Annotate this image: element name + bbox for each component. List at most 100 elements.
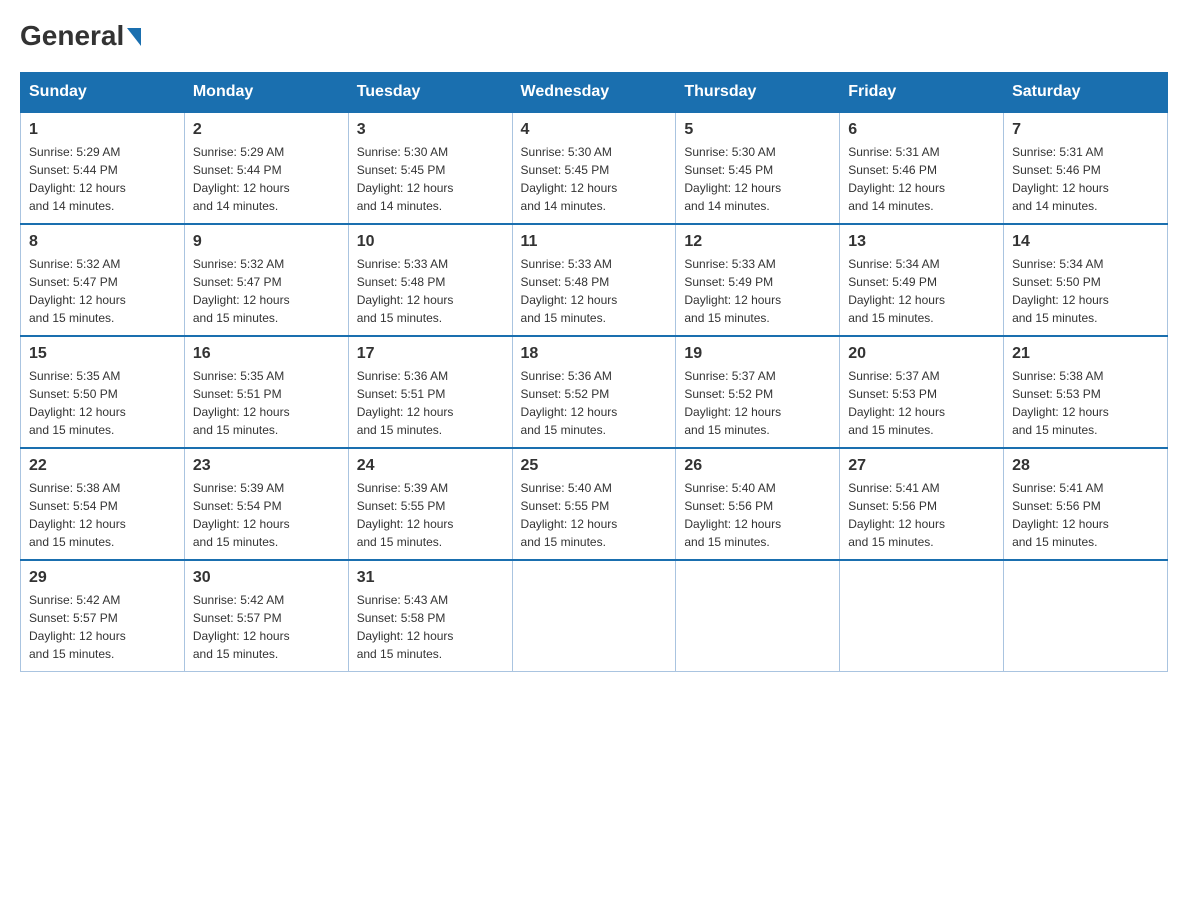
day-info: Sunrise: 5:41 AMSunset: 5:56 PMDaylight:… <box>1012 479 1159 551</box>
day-cell-27: 27Sunrise: 5:41 AMSunset: 5:56 PMDayligh… <box>840 448 1004 560</box>
day-info: Sunrise: 5:40 AMSunset: 5:55 PMDaylight:… <box>521 479 668 551</box>
day-number: 28 <box>1012 457 1159 475</box>
day-info: Sunrise: 5:37 AMSunset: 5:52 PMDaylight:… <box>684 367 831 439</box>
day-cell-21: 21 Sunrise: 5:38 AMSunset: 5:53 PMDayligh… <box>1004 336 1168 448</box>
day-cell-4: 4 Sunrise: 5:30 AMSunset: 5:45 PMDaylight… <box>512 112 676 224</box>
day-cell-29: 29 Sunrise: 5:42 AMSunset: 5:57 PMDayligh… <box>21 560 185 672</box>
day-cell-24: 24 Sunrise: 5:39 AMSunset: 5:55 PMDayligh… <box>348 448 512 560</box>
day-info: Sunrise: 5:39 AMSunset: 5:54 PMDaylight:… <box>193 479 340 551</box>
day-number: 29 <box>29 569 176 587</box>
day-cell-22: 22 Sunrise: 5:38 AMSunset: 5:54 PMDayligh… <box>21 448 185 560</box>
day-cell-17: 17Sunrise: 5:36 AMSunset: 5:51 PMDayligh… <box>348 336 512 448</box>
day-cell-28: 28 Sunrise: 5:41 AMSunset: 5:56 PMDayligh… <box>1004 448 1168 560</box>
day-number: 21 <box>1012 345 1159 363</box>
day-cell-13: 13 Sunrise: 5:34 AMSunset: 5:49 PMDayligh… <box>840 224 1004 336</box>
weekday-header-row: SundayMondayTuesdayWednesdayThursdayFrid… <box>21 73 1168 113</box>
weekday-header-sunday: Sunday <box>21 73 185 113</box>
day-info: Sunrise: 5:42 AMSunset: 5:57 PMDaylight:… <box>29 591 176 663</box>
weekday-header-wednesday: Wednesday <box>512 73 676 113</box>
day-info: Sunrise: 5:42 AMSunset: 5:57 PMDaylight:… <box>193 591 340 663</box>
week-row-1: 1 Sunrise: 5:29 AMSunset: 5:44 PMDaylight… <box>21 112 1168 224</box>
day-info: Sunrise: 5:30 AMSunset: 5:45 PMDaylight:… <box>684 143 831 215</box>
page-header: General <box>20 20 1168 52</box>
day-cell-2: 2 Sunrise: 5:29 AMSunset: 5:44 PMDaylight… <box>184 112 348 224</box>
day-cell-7: 7 Sunrise: 5:31 AMSunset: 5:46 PMDaylight… <box>1004 112 1168 224</box>
day-number: 22 <box>29 457 176 475</box>
day-cell-10: 10 Sunrise: 5:33 AMSunset: 5:48 PMDayligh… <box>348 224 512 336</box>
day-info: Sunrise: 5:32 AMSunset: 5:47 PMDaylight:… <box>29 255 176 327</box>
day-info: Sunrise: 5:38 AMSunset: 5:53 PMDaylight:… <box>1012 367 1159 439</box>
weekday-header-tuesday: Tuesday <box>348 73 512 113</box>
day-info: Sunrise: 5:41 AMSunset: 5:56 PMDaylight:… <box>848 479 995 551</box>
day-number: 20 <box>848 345 995 363</box>
week-row-4: 22 Sunrise: 5:38 AMSunset: 5:54 PMDayligh… <box>21 448 1168 560</box>
day-cell-12: 12 Sunrise: 5:33 AMSunset: 5:49 PMDayligh… <box>676 224 840 336</box>
day-info: Sunrise: 5:31 AMSunset: 5:46 PMDaylight:… <box>1012 143 1159 215</box>
day-number: 12 <box>684 233 831 251</box>
weekday-header-friday: Friday <box>840 73 1004 113</box>
day-number: 18 <box>521 345 668 363</box>
day-info: Sunrise: 5:36 AMSunset: 5:52 PMDaylight:… <box>521 367 668 439</box>
day-info: Sunrise: 5:34 AMSunset: 5:50 PMDaylight:… <box>1012 255 1159 327</box>
day-number: 3 <box>357 121 504 139</box>
logo-general: General <box>20 20 141 52</box>
day-cell-19: 19Sunrise: 5:37 AMSunset: 5:52 PMDayligh… <box>676 336 840 448</box>
day-cell-1: 1 Sunrise: 5:29 AMSunset: 5:44 PMDaylight… <box>21 112 185 224</box>
day-cell-25: 25Sunrise: 5:40 AMSunset: 5:55 PMDayligh… <box>512 448 676 560</box>
day-info: Sunrise: 5:33 AMSunset: 5:48 PMDaylight:… <box>357 255 504 327</box>
day-number: 30 <box>193 569 340 587</box>
day-cell-3: 3 Sunrise: 5:30 AMSunset: 5:45 PMDaylight… <box>348 112 512 224</box>
logo-arrow-icon <box>127 28 141 46</box>
day-cell-20: 20 Sunrise: 5:37 AMSunset: 5:53 PMDayligh… <box>840 336 1004 448</box>
day-number: 24 <box>357 457 504 475</box>
day-info: Sunrise: 5:39 AMSunset: 5:55 PMDaylight:… <box>357 479 504 551</box>
day-info: Sunrise: 5:43 AMSunset: 5:58 PMDaylight:… <box>357 591 504 663</box>
day-info: Sunrise: 5:35 AMSunset: 5:50 PMDaylight:… <box>29 367 176 439</box>
day-info: Sunrise: 5:33 AMSunset: 5:49 PMDaylight:… <box>684 255 831 327</box>
day-info: Sunrise: 5:36 AMSunset: 5:51 PMDaylight:… <box>357 367 504 439</box>
day-cell-30: 30 Sunrise: 5:42 AMSunset: 5:57 PMDayligh… <box>184 560 348 672</box>
day-cell-8: 8 Sunrise: 5:32 AMSunset: 5:47 PMDaylight… <box>21 224 185 336</box>
day-cell-14: 14 Sunrise: 5:34 AMSunset: 5:50 PMDayligh… <box>1004 224 1168 336</box>
day-number: 4 <box>521 121 668 139</box>
day-cell-31: 31 Sunrise: 5:43 AMSunset: 5:58 PMDayligh… <box>348 560 512 672</box>
day-cell-15: 15Sunrise: 5:35 AMSunset: 5:50 PMDayligh… <box>21 336 185 448</box>
week-row-5: 29 Sunrise: 5:42 AMSunset: 5:57 PMDayligh… <box>21 560 1168 672</box>
day-number: 13 <box>848 233 995 251</box>
day-number: 2 <box>193 121 340 139</box>
day-info: Sunrise: 5:31 AMSunset: 5:46 PMDaylight:… <box>848 143 995 215</box>
day-info: Sunrise: 5:32 AMSunset: 5:47 PMDaylight:… <box>193 255 340 327</box>
week-row-3: 15Sunrise: 5:35 AMSunset: 5:50 PMDayligh… <box>21 336 1168 448</box>
day-number: 9 <box>193 233 340 251</box>
weekday-header-monday: Monday <box>184 73 348 113</box>
day-number: 8 <box>29 233 176 251</box>
day-number: 10 <box>357 233 504 251</box>
day-info: Sunrise: 5:29 AMSunset: 5:44 PMDaylight:… <box>193 143 340 215</box>
day-info: Sunrise: 5:37 AMSunset: 5:53 PMDaylight:… <box>848 367 995 439</box>
day-number: 23 <box>193 457 340 475</box>
day-number: 11 <box>521 233 668 251</box>
day-cell-5: 5Sunrise: 5:30 AMSunset: 5:45 PMDaylight… <box>676 112 840 224</box>
day-info: Sunrise: 5:34 AMSunset: 5:49 PMDaylight:… <box>848 255 995 327</box>
day-info: Sunrise: 5:38 AMSunset: 5:54 PMDaylight:… <box>29 479 176 551</box>
day-number: 6 <box>848 121 995 139</box>
day-number: 31 <box>357 569 504 587</box>
week-row-2: 8 Sunrise: 5:32 AMSunset: 5:47 PMDaylight… <box>21 224 1168 336</box>
logo: General <box>20 20 141 52</box>
day-number: 1 <box>29 121 176 139</box>
day-info: Sunrise: 5:30 AMSunset: 5:45 PMDaylight:… <box>357 143 504 215</box>
calendar-table: SundayMondayTuesdayWednesdayThursdayFrid… <box>20 72 1168 672</box>
empty-cell <box>512 560 676 672</box>
day-cell-16: 16Sunrise: 5:35 AMSunset: 5:51 PMDayligh… <box>184 336 348 448</box>
day-number: 7 <box>1012 121 1159 139</box>
day-info: Sunrise: 5:30 AMSunset: 5:45 PMDaylight:… <box>521 143 668 215</box>
weekday-header-saturday: Saturday <box>1004 73 1168 113</box>
day-cell-23: 23 Sunrise: 5:39 AMSunset: 5:54 PMDayligh… <box>184 448 348 560</box>
day-cell-26: 26Sunrise: 5:40 AMSunset: 5:56 PMDayligh… <box>676 448 840 560</box>
day-info: Sunrise: 5:40 AMSunset: 5:56 PMDaylight:… <box>684 479 831 551</box>
day-cell-18: 18 Sunrise: 5:36 AMSunset: 5:52 PMDayligh… <box>512 336 676 448</box>
empty-cell <box>676 560 840 672</box>
empty-cell <box>840 560 1004 672</box>
day-number: 14 <box>1012 233 1159 251</box>
day-info: Sunrise: 5:29 AMSunset: 5:44 PMDaylight:… <box>29 143 176 215</box>
